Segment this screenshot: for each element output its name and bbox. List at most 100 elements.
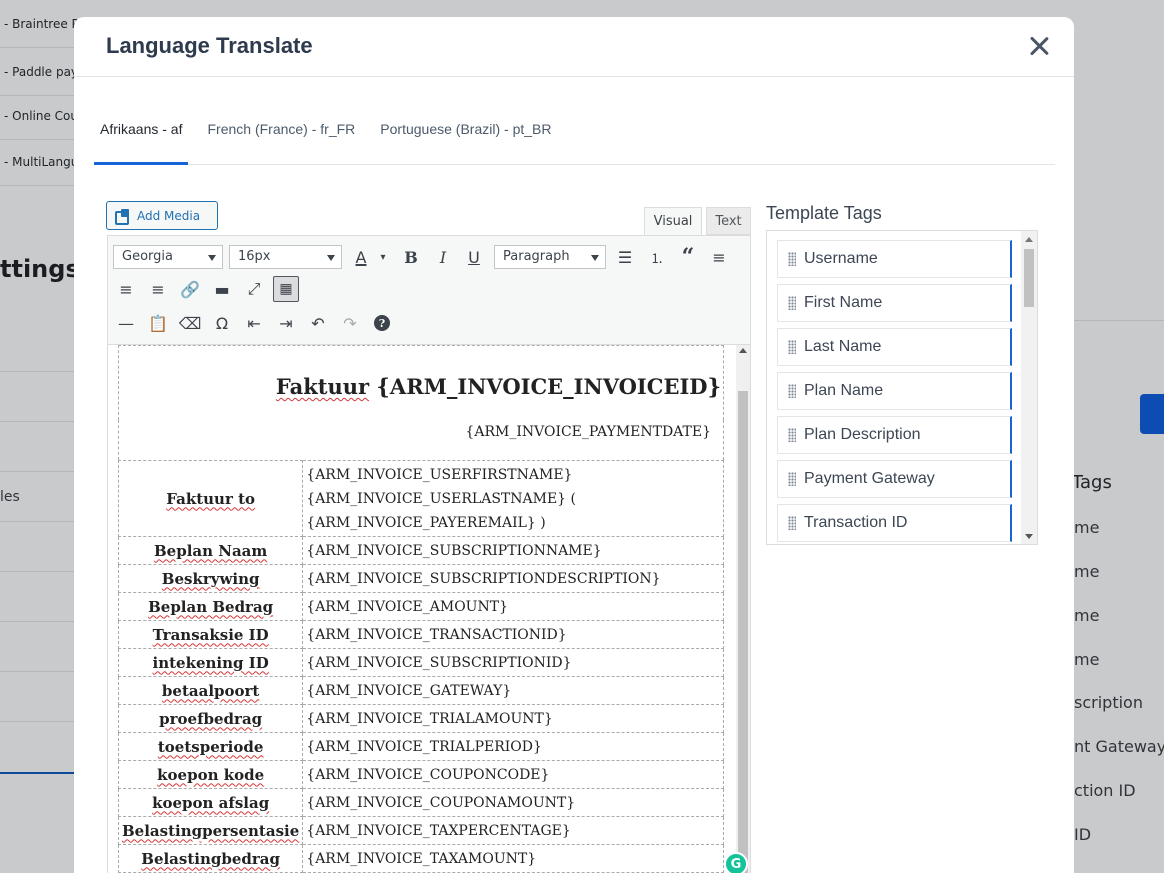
font-size-select[interactable]: 16px	[229, 245, 342, 269]
horizontal-line-icon[interactable]: —	[113, 310, 139, 336]
template-tag-label: Plan Name	[804, 382, 884, 399]
clear-formatting-icon[interactable]: ⌫	[177, 310, 203, 336]
editor-content[interactable]: Faktuur {ARM_INVOICE_INVOICEID} {ARM_INV…	[107, 345, 751, 873]
close-icon[interactable]	[1028, 35, 1050, 57]
template-tag-label: First Name	[804, 294, 883, 311]
language-tabs: Afrikaans - af French (France) - fr_FR P…	[94, 107, 1055, 165]
align-center-icon[interactable]: ≡	[113, 276, 139, 302]
drag-handle-icon	[788, 472, 796, 486]
blockquote-icon[interactable]: “	[675, 244, 701, 270]
bg-left-item	[0, 672, 80, 722]
visual-tab[interactable]: Visual	[644, 207, 702, 235]
editor-scrollbar[interactable]	[736, 345, 750, 873]
toolbar-toggle-icon[interactable]: ▦	[273, 276, 299, 302]
bg-tag: ction ID	[1074, 781, 1136, 800]
editor-toolbar: Georgia 16px A ▾ B I U Paragraph ☰ ⒈ “ ≡…	[107, 235, 751, 345]
scroll-thumb[interactable]	[1024, 249, 1034, 307]
bg-tag: me	[1074, 650, 1100, 669]
redo-icon[interactable]: ↷	[337, 310, 363, 336]
tags-scrollbar[interactable]	[1021, 231, 1037, 544]
template-tag-label: Last Name	[804, 338, 882, 355]
align-right-icon[interactable]: ≡	[145, 276, 171, 302]
template-tag-label: Plan Description	[804, 426, 921, 443]
text-tab[interactable]: Text	[706, 207, 751, 235]
invoice-title: Faktuur {ARM_INVOICE_INVOICEID}	[118, 345, 724, 420]
table-row: Belastingpersentasie {ARM_INVOICE_TAXPERC…	[117, 816, 724, 845]
bg-left-item	[0, 322, 80, 372]
block-format-select[interactable]: Paragraph	[494, 245, 606, 269]
read-more-icon[interactable]: ▬	[209, 276, 235, 302]
fullscreen-icon[interactable]: ⤢	[241, 276, 267, 302]
undo-icon[interactable]: ↶	[305, 310, 331, 336]
tab-afrikaans[interactable]: Afrikaans - af	[94, 107, 189, 165]
bullet-list-icon[interactable]: ☰	[612, 244, 638, 270]
drag-handle-icon	[788, 384, 796, 398]
bg-tag: nt Gateway	[1074, 737, 1164, 756]
row-label: Belastingpersentasie	[117, 816, 304, 845]
template-tags-title: Template Tags	[766, 203, 882, 223]
bg-tag: me	[1074, 562, 1100, 581]
table-row: Transaksie ID {ARM_INVOICE_TRANSACTIONID}	[117, 620, 724, 649]
template-tag-item[interactable]: Plan Description	[777, 416, 1012, 454]
drag-handle-icon	[788, 296, 796, 310]
table-row: koepon afslag {ARM_INVOICE_COUPONAMOUNT}	[117, 788, 724, 817]
text-color-dropdown-icon[interactable]: ▾	[370, 244, 396, 270]
indent-icon[interactable]: ⇥	[273, 310, 299, 336]
row-value: {ARM_INVOICE_GATEWAY}	[302, 676, 724, 705]
link-icon[interactable]: 🔗	[177, 276, 203, 302]
template-tag-item[interactable]: First Name	[777, 284, 1012, 322]
row-label: toetsperiode	[117, 732, 304, 761]
modal-header: Language Translate	[74, 17, 1074, 77]
help-icon[interactable]: ?	[374, 315, 390, 331]
table-row: Beskrywing {ARM_INVOICE_SUBSCRIPTIONDESCR…	[117, 564, 724, 593]
row-label: koepon afslag	[117, 788, 304, 817]
template-tag-label: Transaction ID	[804, 514, 908, 531]
italic-icon[interactable]: I	[430, 244, 456, 270]
bg-left-item	[0, 622, 80, 672]
scroll-up-icon[interactable]	[739, 348, 747, 353]
tab-portuguese[interactable]: Portuguese (Brazil) - pt_BR	[374, 107, 557, 165]
add-media-button[interactable]: Add Media	[106, 201, 218, 230]
outdent-icon[interactable]: ⇤	[241, 310, 267, 336]
bg-left-item	[0, 422, 80, 472]
row-label: Belastingbedrag	[117, 844, 304, 873]
drag-handle-icon	[788, 428, 796, 442]
scroll-up-icon[interactable]	[1025, 237, 1033, 242]
template-tag-label: Payment Gateway	[804, 470, 935, 487]
modal-title: Language Translate	[106, 33, 313, 58]
bg-left-item	[0, 522, 80, 572]
align-left-icon[interactable]: ≡	[706, 244, 732, 270]
bg-button	[1140, 394, 1164, 434]
scroll-thumb[interactable]	[738, 391, 748, 873]
tab-french[interactable]: French (France) - fr_FR	[201, 107, 361, 165]
row-label: betaalpoort	[117, 676, 304, 705]
font-family-select[interactable]: Georgia	[113, 245, 223, 269]
row-value: {ARM_INVOICE_SUBSCRIPTIONNAME}	[302, 536, 724, 565]
table-row: Faktuur to {ARM_INVOICE_USERFIRSTNAME} {…	[117, 460, 724, 537]
scroll-down-icon[interactable]	[1025, 534, 1033, 539]
table-row: proefbedrag {ARM_INVOICE_TRIALAMOUNT}	[117, 704, 724, 733]
template-tag-item[interactable]: Plan Name	[777, 372, 1012, 410]
row-label: koepon kode	[117, 760, 304, 789]
row-value: {ARM_INVOICE_TAXPERCENTAGE}	[302, 816, 724, 845]
language-translate-modal: Language Translate Afrikaans - af French…	[74, 17, 1074, 873]
paste-text-icon[interactable]: 📋	[145, 310, 171, 336]
row-label: Beplan Naam	[117, 536, 304, 565]
underline-icon[interactable]: U	[461, 244, 487, 270]
media-icon	[115, 208, 131, 225]
numbered-list-icon[interactable]: ⒈	[644, 244, 670, 270]
template-tag-item[interactable]: Payment Gateway	[777, 460, 1012, 498]
template-tag-item[interactable]: Transaction ID	[777, 504, 1012, 542]
grammarly-icon[interactable]: G	[724, 852, 748, 873]
template-tag-item[interactable]: Last Name	[777, 328, 1012, 366]
row-label: proefbedrag	[117, 704, 304, 733]
bg-left-item	[0, 372, 80, 422]
bg-tag: me	[1074, 518, 1100, 537]
bg-tags-title: Tags	[1072, 472, 1112, 493]
row-value: {ARM_INVOICE_SUBSCRIPTIONID}	[302, 648, 724, 677]
bold-icon[interactable]: B	[398, 244, 424, 270]
special-character-icon[interactable]: Ω	[209, 310, 235, 336]
row-value: {ARM_INVOICE_TRANSACTIONID}	[302, 620, 724, 649]
template-tag-item[interactable]: Username	[777, 240, 1012, 278]
bg-settings-title: ttings	[0, 255, 80, 283]
